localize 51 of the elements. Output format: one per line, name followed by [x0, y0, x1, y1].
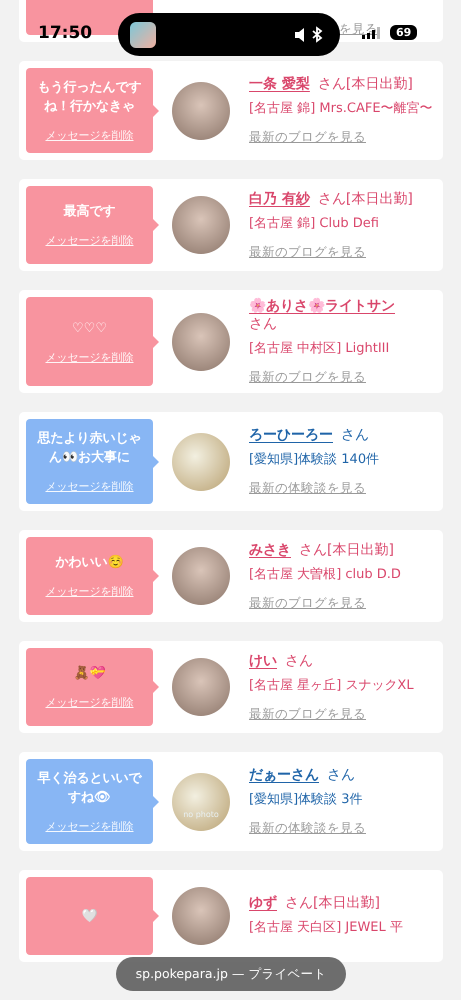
latest-post-link[interactable]: 最新のブログを見る: [249, 244, 366, 260]
profile-name-link[interactable]: 白乃 有紗: [249, 190, 310, 208]
url-pill[interactable]: sp.pokepara.jp — プライベート: [116, 957, 346, 991]
message-text: もう行ったんですね！行かなきゃ: [36, 79, 142, 116]
message-text: 早く治るといいですね👁: [36, 770, 143, 807]
profile-name-link[interactable]: 🌸ありさ🌸ライトサン: [249, 297, 395, 315]
latest-post-link[interactable]: 最新の体験談を見る: [249, 820, 366, 837]
delete-message-link[interactable]: メッセージを削除: [46, 695, 134, 710]
honorific-text: さん: [249, 315, 278, 333]
honorific-text: さん: [327, 766, 355, 784]
honorific-text: さん: [285, 652, 313, 670]
profile-name-link[interactable]: だぁーさん: [249, 766, 319, 784]
profile-name-link[interactable]: みさき: [249, 540, 291, 558]
shop-text: [愛知県]体験談 140件: [249, 451, 380, 469]
delete-message-link[interactable]: メッセージを削除: [46, 584, 134, 599]
message-text: 🤍: [82, 908, 98, 926]
status-time: 17:50: [38, 23, 92, 43]
message-text: ♡♡♡: [72, 320, 107, 338]
shop-text: [名古屋 中村区] LightIII: [249, 340, 390, 358]
profile-name-link[interactable]: ゆず: [249, 894, 277, 912]
shop-text: [名古屋 天白区] JEWEL 平: [249, 919, 404, 937]
delete-message-link[interactable]: メッセージを削除: [46, 350, 134, 364]
shop-text: [名古屋 錦] Club Defi: [249, 214, 380, 232]
latest-post-link[interactable]: 最新のブログを見る: [249, 706, 366, 722]
no-photo-label: no photo: [183, 810, 219, 818]
latest-post-link[interactable]: 最新のブログを見る: [249, 129, 366, 146]
delete-message-link[interactable]: メッセージを削除: [46, 233, 134, 248]
profile-name-link[interactable]: 一条 愛梨: [249, 75, 310, 93]
latest-post-link[interactable]: 最新の体験談を見る: [249, 480, 366, 497]
delete-message-link[interactable]: メッセージを削除: [46, 479, 134, 494]
delete-message-link[interactable]: メッセージを削除: [46, 128, 134, 143]
latest-post-link[interactable]: 最新のブログを見る: [249, 369, 366, 386]
honorific-text: さん: [341, 426, 369, 444]
profile-name-link[interactable]: けい: [249, 652, 277, 670]
honorific-text: さん[本日出勤]: [318, 190, 413, 208]
latest-post-link[interactable]: 最新のブログを見る: [249, 594, 366, 612]
message-text: かわいい☺: [56, 554, 124, 572]
message-text: 思たより赤いじゃん👀お大事に: [36, 430, 142, 467]
honorific-text: さん[本日出勤]: [299, 540, 394, 558]
honorific-text: さん[本日出勤]: [318, 75, 413, 93]
shop-text: [名古屋 大曽根] club D.D: [249, 566, 402, 584]
app-icon: [130, 22, 156, 48]
message-text: 🧸💝: [74, 664, 106, 683]
honorific-text: さん[本日出勤]: [285, 894, 380, 912]
delete-message-link[interactable]: メッセージを削除: [46, 819, 134, 834]
profile-name-link[interactable]: ろーひーろー: [249, 426, 333, 444]
shop-text: [愛知県]体験談 3件: [249, 791, 364, 809]
message-text: 最高です: [64, 202, 116, 221]
shop-text: [名古屋 星ヶ丘] スナックXL: [249, 676, 415, 694]
battery-level: 69: [390, 25, 418, 40]
shop-text: [名古屋 錦] Mrs.CAFE〜離宮〜: [249, 100, 434, 118]
